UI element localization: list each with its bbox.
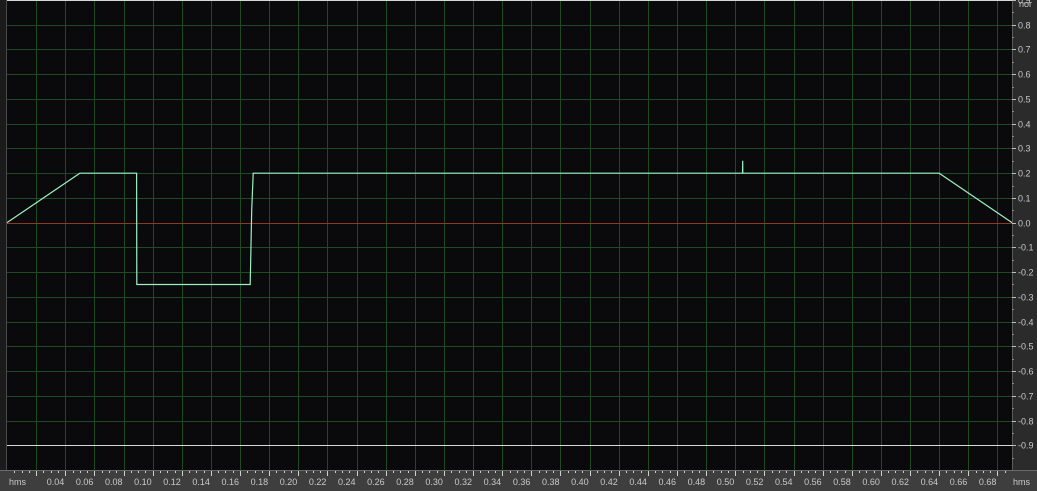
- time-tick-label: 0.18: [251, 477, 269, 487]
- time-tick-label: 0.38: [542, 477, 560, 487]
- amplitude-tick-label: -0.8: [1018, 417, 1034, 427]
- amplitude-tick-label: 0.7: [1018, 45, 1031, 55]
- time-tick-label: 0.14: [192, 477, 210, 487]
- amplitude-tick-label: -0.1: [1018, 243, 1034, 253]
- amplitude-tick-label: -0.6: [1018, 367, 1034, 377]
- left-edge-bar: [0, 0, 7, 470]
- time-tick-label: 0.48: [688, 477, 706, 487]
- amplitude-tick-label: -0.7: [1018, 392, 1034, 402]
- time-tick-label: 0.58: [833, 477, 851, 487]
- time-tick-label: 0.20: [280, 477, 298, 487]
- time-tick-label: 0.50: [717, 477, 735, 487]
- time-tick-label: 0.16: [222, 477, 240, 487]
- time-tick-label: 0.30: [425, 477, 443, 487]
- time-tick-label: 0.10: [134, 477, 152, 487]
- time-tick-label: 0.34: [484, 477, 502, 487]
- amplitude-tick-label: -0.3: [1018, 293, 1034, 303]
- time-tick-label: 0.28: [396, 477, 414, 487]
- amplitude-tick-label: 0.3: [1018, 144, 1031, 154]
- time-tick-label: 0.66: [950, 477, 968, 487]
- time-tick-label: 0.46: [658, 477, 676, 487]
- amplitude-tick-label: -0.4: [1018, 318, 1034, 328]
- waveform-editor: 0.9 0.8 0.7 0.6 0.5 0.4 0.3 0.2 0.1 0.0 -0.1 -0.2 -0…: [0, 0, 1037, 491]
- time-tick-label: 0.12: [163, 477, 181, 487]
- amplitude-tick-label: 0.6: [1018, 70, 1031, 80]
- time-tick-label: 0.08: [105, 477, 123, 487]
- amplitude-tick-label: -0.9: [1018, 441, 1034, 451]
- amplitude-tick-label: 0.1: [1018, 194, 1031, 204]
- time-tick-label: 0.56: [804, 477, 822, 487]
- time-tick-label: 0.44: [629, 477, 647, 487]
- amplitude-tick-label: 0.8: [1018, 21, 1031, 31]
- time-tick-label: 0.54: [775, 477, 793, 487]
- time-tick-label: 0.36: [513, 477, 531, 487]
- amplitude-tick-label: -0.2: [1018, 268, 1034, 278]
- amplitude-tick-label: 0.4: [1018, 120, 1031, 130]
- amplitude-tick-label: 0.0: [1018, 219, 1031, 229]
- time-tick-label: 0.04: [47, 477, 65, 487]
- time-tick-label: 0.06: [76, 477, 94, 487]
- amplitude-tick-label: 0.5: [1018, 95, 1031, 105]
- time-tick-label: 0.40: [571, 477, 589, 487]
- amplitude-tick-label: -0.5: [1018, 342, 1034, 352]
- time-tick-label: 0.26: [367, 477, 385, 487]
- waveform-display[interactable]: 0.90.80.70.60.50.40.30.20.10.0-0.1-0.2-0…: [0, 0, 1037, 491]
- time-tick-label: 0.32: [455, 477, 473, 487]
- amplitude-unit-label: nor: [1019, 0, 1032, 9]
- time-tick-label: 0.22: [309, 477, 327, 487]
- time-tick-label: 0.68: [979, 477, 997, 487]
- time-tick-label: 0.42: [600, 477, 618, 487]
- time-tick-label: 0.62: [892, 477, 910, 487]
- time-unit-label-right: hms: [1013, 477, 1031, 487]
- time-tick-label: 0.64: [921, 477, 939, 487]
- time-tick-label: 0.60: [862, 477, 880, 487]
- time-tick-label: 0.52: [746, 477, 764, 487]
- amplitude-tick-label: 0.2: [1018, 169, 1031, 179]
- plot-background[interactable]: [0, 0, 1012, 470]
- time-tick-label: 0.24: [338, 477, 356, 487]
- time-unit-label-left: hms: [9, 477, 27, 487]
